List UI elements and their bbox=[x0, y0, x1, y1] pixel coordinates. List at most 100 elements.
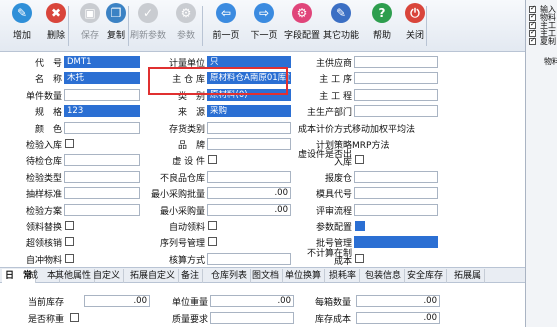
middle-checkbox[interactable] bbox=[208, 237, 217, 247]
tab-9[interactable]: 损耗率 bbox=[326, 269, 361, 283]
param-config-button[interactable] bbox=[355, 221, 365, 231]
next-page-button[interactable]: ⇨ 下一页 bbox=[246, 3, 282, 51]
toolbar-label: 刷新参数 bbox=[130, 31, 167, 41]
add-icon: ✎ bbox=[12, 3, 32, 23]
right-checkbox[interactable] bbox=[355, 155, 364, 165]
prev-page-icon: ⇦ bbox=[216, 3, 236, 23]
bottom-field-label: 是否称重 bbox=[28, 315, 65, 325]
other-functions-icon: ✎ bbox=[331, 3, 351, 23]
next-page-icon: ⇨ bbox=[254, 3, 274, 23]
field-config-button[interactable]: ⚙ 字段配置 bbox=[284, 3, 320, 51]
right-panel: 输入物料主工主工夏制物料 bbox=[525, 0, 557, 327]
toolbar-label: 参数 bbox=[176, 31, 195, 41]
toolbar-label: 前一页 bbox=[212, 31, 240, 41]
bottom-field-input[interactable]: .00 bbox=[356, 295, 440, 307]
add-button[interactable]: ✎ 增加 bbox=[4, 3, 40, 51]
bottom-field-input[interactable]: .00 bbox=[356, 312, 440, 324]
toolbar-separator bbox=[68, 6, 69, 46]
right-field-input[interactable] bbox=[354, 170, 438, 183]
tab-2[interactable]: 其他属性 bbox=[52, 269, 96, 283]
tab-4[interactable]: 拓展自定义 bbox=[127, 269, 180, 283]
bottom-field-label: 单位重量 bbox=[172, 298, 209, 308]
right-field-label: 虚设件是否出入库 bbox=[297, 150, 352, 169]
right-field-input[interactable] bbox=[354, 56, 438, 68]
bottom-field-input[interactable]: .00 bbox=[210, 295, 294, 307]
left-checkbox[interactable] bbox=[65, 139, 74, 148]
left-field-label: 规 格 bbox=[34, 108, 62, 119]
left-field-label: 名 称 bbox=[34, 75, 62, 86]
toolbar-label: 字段配置 bbox=[284, 31, 321, 41]
right-field-label: 成本计价方式 bbox=[297, 124, 352, 135]
right-field-input[interactable] bbox=[354, 236, 438, 249]
prev-page-button[interactable]: ⇦ 前一页 bbox=[208, 3, 244, 51]
panel-checkbox[interactable] bbox=[529, 36, 536, 45]
left-field-label: 代 号 bbox=[34, 59, 62, 69]
left-checkbox[interactable] bbox=[65, 253, 74, 263]
left-checkbox[interactable] bbox=[65, 221, 74, 230]
middle-checkbox[interactable] bbox=[208, 221, 217, 230]
refresh-params-button: ✓ 刷新参数 bbox=[130, 3, 166, 51]
tab-bar: 日 常成 本其他属性 自定义 拓展自定义 备注 仓库列表 图文档 单位换算 损耗率 包装信息 安全… bbox=[0, 267, 525, 283]
left-field-label: 超领核销 bbox=[25, 239, 62, 250]
toolbar-label: 关闭 bbox=[405, 31, 424, 41]
help-icon: ? bbox=[372, 3, 392, 23]
panel-label: 夏制 bbox=[540, 37, 556, 46]
right-field-input[interactable] bbox=[354, 105, 438, 118]
bottom-panel: 当前库存 .00 是否称重 单位重量 .00 质量要求 每箱数量 .00 库存成本 .00 bbox=[0, 283, 525, 327]
right-field-input[interactable] bbox=[354, 203, 438, 216]
other-functions-button[interactable]: ✎ 其它功能 bbox=[323, 3, 359, 51]
tab-3[interactable]: 自定义 bbox=[90, 269, 125, 283]
left-field-label: 抽样标准 bbox=[25, 190, 62, 201]
right-field-input[interactable] bbox=[354, 88, 438, 101]
middle-field-label: 核算方式 bbox=[168, 255, 205, 266]
params-icon: ⚙ bbox=[176, 3, 196, 23]
right-checkbox[interactable] bbox=[355, 253, 364, 263]
right-field-label: 报废仓 bbox=[324, 173, 352, 184]
left-field-label: 单件数量 bbox=[25, 91, 62, 102]
right-field-input[interactable] bbox=[354, 187, 438, 200]
field-config-icon: ⚙ bbox=[292, 3, 312, 23]
refresh-params-icon: ✓ bbox=[138, 3, 158, 23]
toolbar-separator bbox=[426, 6, 427, 46]
tab-6[interactable]: 仓库列表 bbox=[208, 269, 252, 283]
tab-8[interactable]: 单位换算 bbox=[282, 269, 326, 283]
toolbar-label: 下一页 bbox=[250, 31, 278, 41]
highlight-box bbox=[148, 67, 288, 95]
toolbar-separator bbox=[202, 6, 203, 46]
left-field-label: 领料替换 bbox=[25, 223, 62, 233]
right-field-label: 评审流程 bbox=[315, 206, 352, 217]
bottom-field-input[interactable] bbox=[210, 312, 294, 324]
middle-field-label: 虚 设 件 bbox=[172, 157, 205, 168]
left-field-label: 检验方案 bbox=[25, 206, 62, 217]
left-checkbox[interactable] bbox=[65, 237, 74, 247]
right-field-label: 批号管理 bbox=[315, 239, 352, 250]
copy-icon: ❐ bbox=[106, 3, 126, 23]
toolbar: ✎ 增加 ✖ 删除 ▣ 保存 ❐ 复制 ✓ 刷新参数 ⚙ 参数 ⇦ 前一页 ⇨ 下一页 ⚙ 字段配置 ✎ 其它功能? 帮… bbox=[0, 0, 525, 52]
tab-11[interactable]: 安全库存 bbox=[404, 269, 448, 283]
delete-icon: ✖ bbox=[46, 3, 66, 23]
middle-field-label: 来 源 bbox=[177, 108, 205, 119]
left-field-label: 自冲物料 bbox=[25, 255, 62, 266]
tab-7[interactable]: 图文档 bbox=[249, 269, 284, 283]
tab-12[interactable]: 拓展属 bbox=[451, 269, 486, 283]
middle-checkbox[interactable] bbox=[208, 155, 217, 165]
close-button[interactable]: ⏻ 关闭 bbox=[397, 3, 433, 51]
right-field-label: 模具代号 bbox=[315, 190, 352, 201]
middle-field-label: 自动领料 bbox=[168, 223, 205, 233]
weigh-checkbox[interactable] bbox=[70, 313, 79, 322]
right-field-input[interactable] bbox=[354, 72, 438, 85]
middle-field-label: 不良品仓库 bbox=[159, 173, 205, 184]
tab-10[interactable]: 包装信息 bbox=[362, 269, 406, 283]
middle-field-input[interactable] bbox=[207, 252, 291, 265]
left-field-label: 待检仓库 bbox=[25, 157, 62, 168]
left-field-label: 颜 色 bbox=[34, 124, 62, 135]
close-icon: ⏻ bbox=[405, 3, 425, 23]
bottom-field-label: 质量要求 bbox=[172, 315, 209, 325]
toolbar-label: 其它功能 bbox=[323, 31, 360, 41]
middle-field-label: 品 牌 bbox=[177, 141, 205, 151]
params-button: ⚙ 参数 bbox=[168, 3, 204, 51]
help-button[interactable]: ? 帮助 bbox=[364, 3, 400, 51]
tab-5[interactable]: 备注 bbox=[178, 269, 204, 283]
middle-field-label: 存货类别 bbox=[168, 124, 205, 135]
bottom-field-input[interactable]: .00 bbox=[84, 295, 150, 307]
